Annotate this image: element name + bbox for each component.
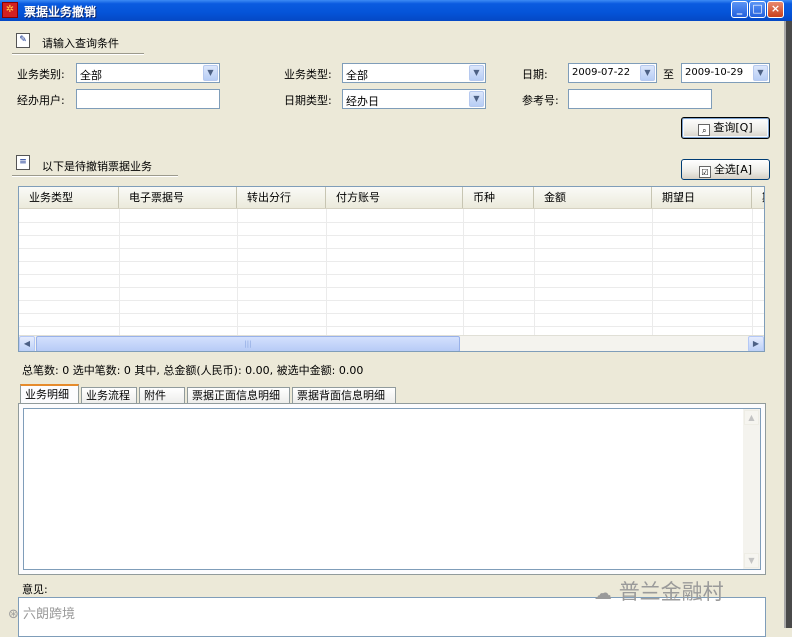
watermark-right-text: 普兰金融村 — [618, 580, 724, 604]
chevron-down-icon[interactable]: ▼ — [469, 91, 484, 107]
document-list-icon: ≡ — [16, 155, 30, 170]
watermark-logo-icon: ⊛ — [8, 607, 19, 622]
column-header-amount[interactable]: 金额 — [534, 187, 652, 208]
search-icon: ⌕ — [698, 124, 711, 136]
column-header-bill-no[interactable]: 电子票据号 — [119, 187, 237, 208]
handling-user-input[interactable] — [76, 89, 220, 109]
search-button-label: 查询[Q] — [713, 121, 753, 134]
vertical-scrollbar[interactable]: ▲ ▼ — [743, 409, 760, 569]
select-all-button[interactable]: ☑ 全选[A] — [681, 159, 770, 180]
date-to-label: 至 — [663, 68, 674, 81]
app-icon: ✲ — [2, 2, 18, 18]
wechat-icon: ☁ — [594, 583, 612, 604]
select-all-icon: ☑ — [698, 166, 711, 178]
column-header-transfer-branch[interactable]: 转出分行 — [237, 187, 326, 208]
column-header-expected-date[interactable]: 期望日 — [652, 187, 752, 208]
tab-bill-front-detail[interactable]: 票据正面信息明细 — [187, 387, 290, 404]
watermark-left-text: 六朗跨境 — [23, 607, 76, 622]
window-title: 票据业务撤销 — [24, 5, 97, 19]
select-all-button-label: 全选[A] — [713, 163, 753, 176]
summary-text: 总笔数: 0 选中笔数: 0 其中, 总金额(人民币): 0.00, 被选中金额… — [22, 364, 364, 377]
list-section-title: 以下是待撤销票据业务 — [42, 160, 152, 173]
watermark-left: ⊛ 六朗跨境 — [8, 603, 75, 622]
business-category-label: 业务类别: — [17, 68, 65, 81]
date-type-label: 日期类型: — [284, 94, 332, 107]
scroll-down-icon[interactable]: ▼ — [744, 553, 759, 568]
column-header-business-type[interactable]: 业务类型 — [19, 187, 119, 208]
opinion-label: 意见: — [22, 583, 48, 596]
column-header-truncated[interactable]: 期 — [752, 187, 764, 208]
chevron-down-icon[interactable]: ▼ — [469, 65, 484, 81]
scroll-up-icon[interactable]: ▲ — [744, 410, 759, 425]
handling-user-label: 经办用户: — [17, 94, 65, 107]
date-type-select[interactable]: 经办日 ▼ — [342, 89, 486, 109]
date-label: 日期: — [522, 68, 548, 81]
table-header: 业务类型 电子票据号 转出分行 付方账号 币种 金额 期望日 期 — [19, 187, 764, 209]
minimize-button[interactable]: _ — [731, 1, 748, 18]
date-to-picker[interactable]: 2009-10-29 ▼ — [681, 63, 770, 83]
maximize-button[interactable]: □ — [749, 1, 766, 18]
business-type-select[interactable]: 全部 ▼ — [342, 63, 486, 83]
chevron-down-icon[interactable]: ▼ — [753, 65, 768, 81]
date-from-value: 2009-07-22 — [572, 67, 631, 78]
business-category-select[interactable]: 全部 ▼ — [76, 63, 220, 83]
title-bar[interactable] — [0, 0, 792, 21]
chevron-down-icon[interactable]: ▼ — [640, 65, 655, 81]
section-divider — [12, 175, 178, 177]
tab-business-flow[interactable]: 业务流程 — [81, 387, 137, 404]
business-detail-textarea[interactable]: ▲ ▼ — [23, 408, 761, 570]
edit-form-icon: ✎ — [16, 33, 30, 48]
tab-attachment[interactable]: 附件 — [139, 387, 185, 404]
close-button[interactable]: × — [767, 1, 784, 18]
pending-bills-table[interactable]: 业务类型 电子票据号 转出分行 付方账号 币种 金额 期望日 期 ◀ ||| ▶ — [18, 186, 765, 352]
scroll-right-icon[interactable]: ▶ — [748, 336, 764, 351]
tab-business-detail[interactable]: 业务明细 — [20, 384, 79, 404]
watermark-right: ☁ 普兰金融村 — [594, 576, 724, 606]
business-category-value: 全部 — [80, 69, 102, 82]
window-border — [786, 21, 792, 628]
scroll-left-icon[interactable]: ◀ — [19, 336, 35, 351]
horizontal-scrollbar[interactable]: ◀ ||| ▶ — [19, 335, 764, 351]
chevron-down-icon[interactable]: ▼ — [203, 65, 218, 81]
query-section-title: 请输入查询条件 — [42, 37, 119, 50]
reference-no-label: 参考号: — [522, 94, 559, 107]
date-from-picker[interactable]: 2009-07-22 ▼ — [568, 63, 657, 83]
business-type-value: 全部 — [346, 69, 368, 82]
scroll-thumb[interactable]: ||| — [36, 336, 460, 351]
reference-no-input[interactable] — [568, 89, 712, 109]
date-type-value: 经办日 — [346, 95, 379, 108]
date-to-value: 2009-10-29 — [685, 67, 744, 78]
column-header-payer-account[interactable]: 付方账号 — [326, 187, 463, 208]
business-type-label: 业务类型: — [284, 68, 332, 81]
tab-panel: ▲ ▼ — [18, 403, 766, 575]
column-header-currency[interactable]: 币种 — [463, 187, 534, 208]
table-body — [19, 209, 764, 335]
search-button[interactable]: ⌕ 查询[Q] — [681, 117, 770, 139]
tab-bill-back-detail[interactable]: 票据背面信息明细 — [292, 387, 396, 404]
section-divider — [12, 53, 144, 55]
